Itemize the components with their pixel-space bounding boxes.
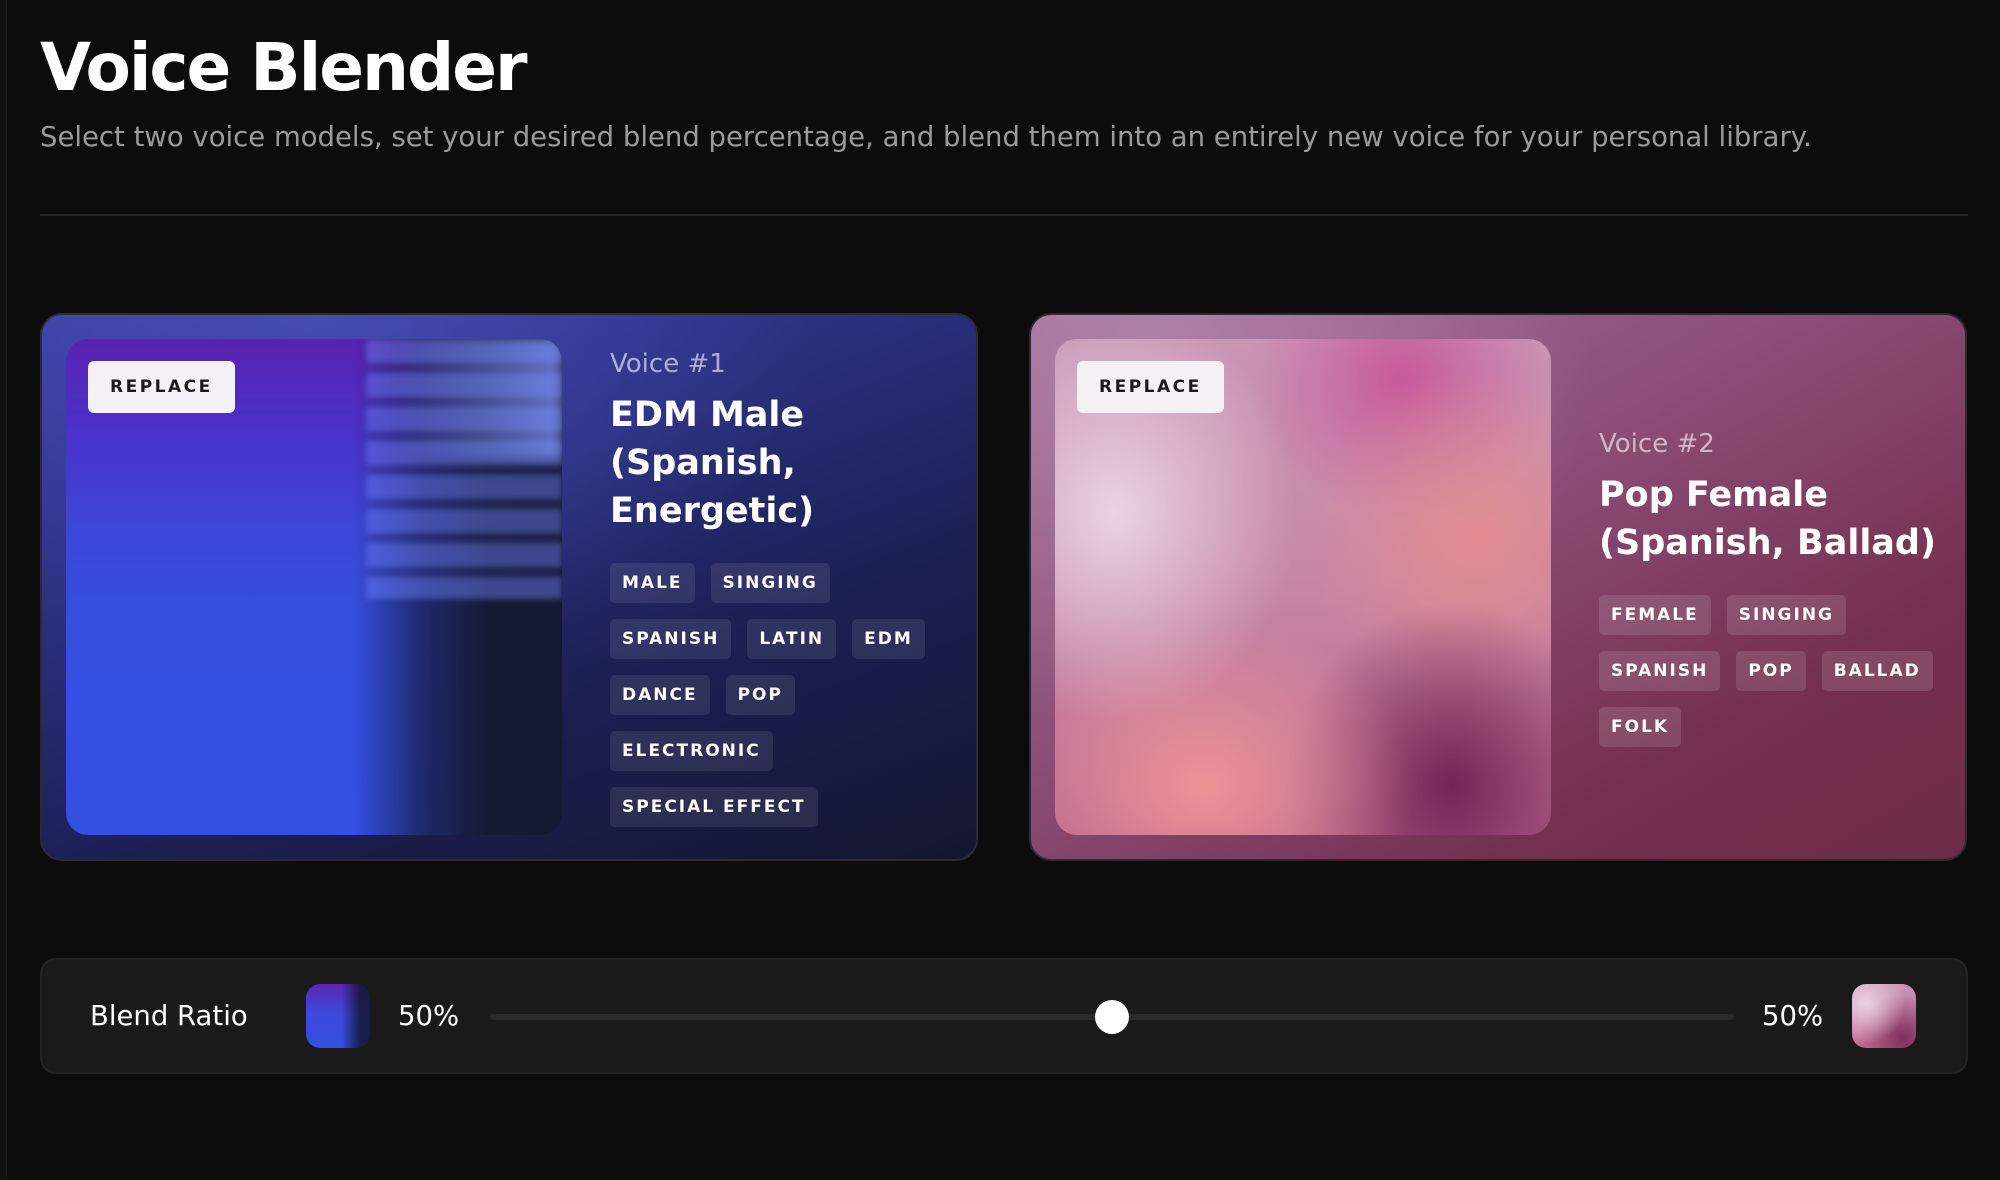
tag: POP <box>1736 651 1806 691</box>
voice-1-tags: MALE SINGING SPANISH LATIN EDM DANCE POP… <box>610 563 950 827</box>
tag: DANCE <box>610 675 710 715</box>
tag: ELECTRONIC <box>610 731 773 771</box>
voice-2-swatch <box>1852 984 1916 1048</box>
tag: SPANISH <box>1599 651 1721 691</box>
voice-1-swatch <box>306 984 370 1048</box>
voice-1-label: Voice #1 <box>610 349 726 379</box>
voice-1-artwork: REPLACE <box>66 339 562 835</box>
tag: SPECIAL EFFECT <box>610 787 818 827</box>
blend-ratio-label: Blend Ratio <box>90 1000 248 1032</box>
voice-1-percent: 50% <box>398 1000 460 1032</box>
tag: SINGING <box>1726 595 1847 635</box>
blend-ratio-bar: Blend Ratio 50% 50% <box>40 958 1968 1074</box>
voice-2-name: Pop Female (Spanish, Ballad) <box>1599 475 1936 563</box>
blend-slider-thumb[interactable] <box>1095 1000 1129 1034</box>
replace-voice-2-button[interactable]: REPLACE <box>1077 361 1224 413</box>
voice-2-artwork: REPLACE <box>1055 339 1551 835</box>
tag: EDM <box>852 619 925 659</box>
tag: MALE <box>610 563 695 603</box>
tag: POP <box>725 675 795 715</box>
voice-blender-page: Voice Blender Select two voice models, s… <box>0 0 2000 1180</box>
tag: SINGING <box>710 563 830 603</box>
voice-card-2: REPLACE Voice #2 Pop Female (Spanish, Ba… <box>1029 313 1967 861</box>
left-rail <box>0 0 7 1180</box>
tag: FEMALE <box>1599 595 1711 635</box>
tag: SPANISH <box>610 619 732 659</box>
artwork-streak <box>396 339 562 459</box>
tag: FOLK <box>1599 707 1682 747</box>
blend-slider[interactable] <box>490 1000 1734 1034</box>
replace-voice-1-button[interactable]: REPLACE <box>88 361 235 413</box>
tag: BALLAD <box>1821 651 1933 691</box>
voice-2-percent: 50% <box>1762 1000 1824 1032</box>
tag: LATIN <box>747 619 837 659</box>
voice-card-1: REPLACE Voice #1 EDM Male (Spanish, Ener… <box>40 313 978 861</box>
voice-1-name: EDM Male (Spanish, Energetic) <box>610 395 815 531</box>
page-subtitle: Select two voice models, set your desire… <box>40 121 1812 153</box>
voice-2-label: Voice #2 <box>1599 429 1715 459</box>
header-divider <box>40 214 1968 216</box>
voice-2-info: Voice #2 Pop Female (Spanish, Ballad) FE… <box>1599 427 1939 747</box>
page-title: Voice Blender <box>40 29 528 106</box>
voice-2-tags: FEMALE SINGING SPANISH POP BALLAD FOLK <box>1599 595 1939 747</box>
voice-1-info: Voice #1 EDM Male (Spanish, Energetic) M… <box>610 347 950 827</box>
